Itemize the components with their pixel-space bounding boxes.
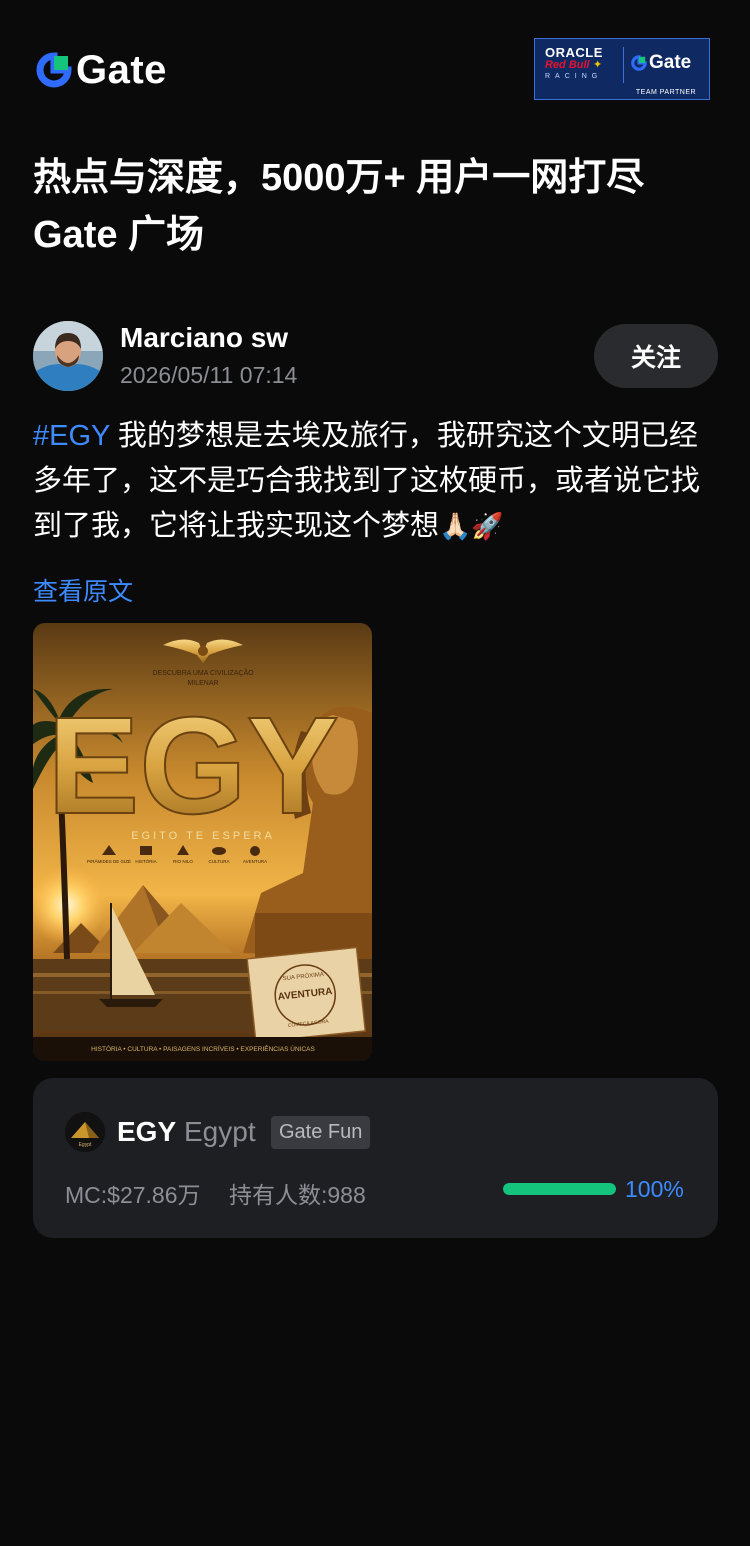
temple-icon	[140, 846, 152, 855]
token-holders: 持有人数:988	[229, 1182, 366, 1208]
gate-logo-icon	[36, 52, 72, 88]
egypt-token-icon: Egypt	[65, 1112, 105, 1152]
avatar-image	[33, 321, 103, 391]
follow-button[interactable]: 关注	[594, 324, 718, 388]
rocket-emoji: 🚀	[471, 511, 504, 541]
post-text: #EGY 我的梦想是去埃及旅行，我研究这个文明已经多年了，这不是巧合我找到了这枚…	[33, 414, 723, 549]
author-name[interactable]: Marciano sw	[120, 322, 288, 354]
poster-top-line-1: DESCUBRA UMA CIVILIZAÇÃO	[152, 668, 254, 677]
poster-subtitle: EGITO TE ESPERA	[131, 830, 275, 842]
pray-emoji: 🙏🏻	[439, 511, 472, 541]
token-name: Egypt	[184, 1116, 256, 1147]
bull-icon: ✦	[593, 59, 603, 71]
token-platform-badge: Gate Fun	[271, 1116, 371, 1149]
hashtag-link[interactable]: #EGY	[33, 420, 110, 452]
poster-footer: HISTÓRIA • CULTURA • PAISAGENS INCRÍVEIS…	[91, 1044, 315, 1053]
partner-gate-logo: Gate	[631, 52, 691, 74]
team-partner-label: TEAM PARTNER	[635, 89, 697, 96]
sun-icon	[250, 846, 260, 856]
feature-adventure: AVENTURA	[243, 859, 267, 864]
partner-badge: ORACLE Red Bull ✦ RACING Gate TEAM PARTN…	[534, 38, 710, 100]
feature-nile: RIO NILO	[173, 859, 193, 864]
feature-pyramids: PIRÂMIDES DE GIZÉ	[87, 858, 131, 864]
eye-icon	[212, 847, 226, 855]
headline-line-2: Gate 广场	[33, 214, 205, 256]
partner-redbull-text: Red Bull	[545, 59, 590, 71]
token-logo: Egypt	[65, 1112, 105, 1152]
post-content: 我的梦想是去埃及旅行，我研究这个文明已经多年了，这不是巧合我找到了这枚硬币，或者…	[33, 420, 701, 542]
partner-gate-text: Gate	[649, 52, 692, 73]
poster-big-title: EGY	[47, 689, 338, 843]
token-card[interactable]: Egypt EGY Egypt Gate Fun MC:$27.86万 持有人数…	[33, 1078, 718, 1238]
gate-logo-text: Gate	[76, 48, 167, 92]
feature-culture: CULTURA	[209, 859, 230, 864]
author-avatar[interactable]	[33, 321, 103, 391]
gate-logo[interactable]: Gate	[36, 50, 167, 90]
post-image[interactable]: SUA PRÓXIMA AVENTURA COMEÇA AGORA DESCUB…	[33, 623, 372, 1061]
egypt-poster: SUA PRÓXIMA AVENTURA COMEÇA AGORA DESCUB…	[33, 623, 372, 1061]
bonding-progress-bar	[503, 1183, 616, 1195]
bonding-progress-label: 100%	[625, 1176, 684, 1202]
token-symbol: EGY	[117, 1116, 177, 1147]
token-market-cap: MC:$27.86万	[65, 1182, 201, 1208]
poster-top-line-2: MILENAR	[187, 680, 218, 687]
post-timestamp: 2026/05/11 07:14	[120, 362, 298, 388]
headline-line-1: 热点与深度，5000万+ 用户一网打尽	[33, 157, 645, 199]
token-logo-text: Egypt	[79, 1142, 92, 1148]
gate-logo-icon	[631, 55, 647, 71]
page-headline: 热点与深度，5000万+ 用户一网打尽 Gate 广场	[33, 150, 723, 264]
partner-racing-text: RACING	[545, 73, 603, 80]
feature-history: HISTÓRIA	[135, 858, 156, 864]
bonding-progress-fill	[503, 1183, 616, 1195]
view-original-link[interactable]: 查看原文	[33, 572, 133, 608]
partner-divider	[623, 47, 624, 83]
